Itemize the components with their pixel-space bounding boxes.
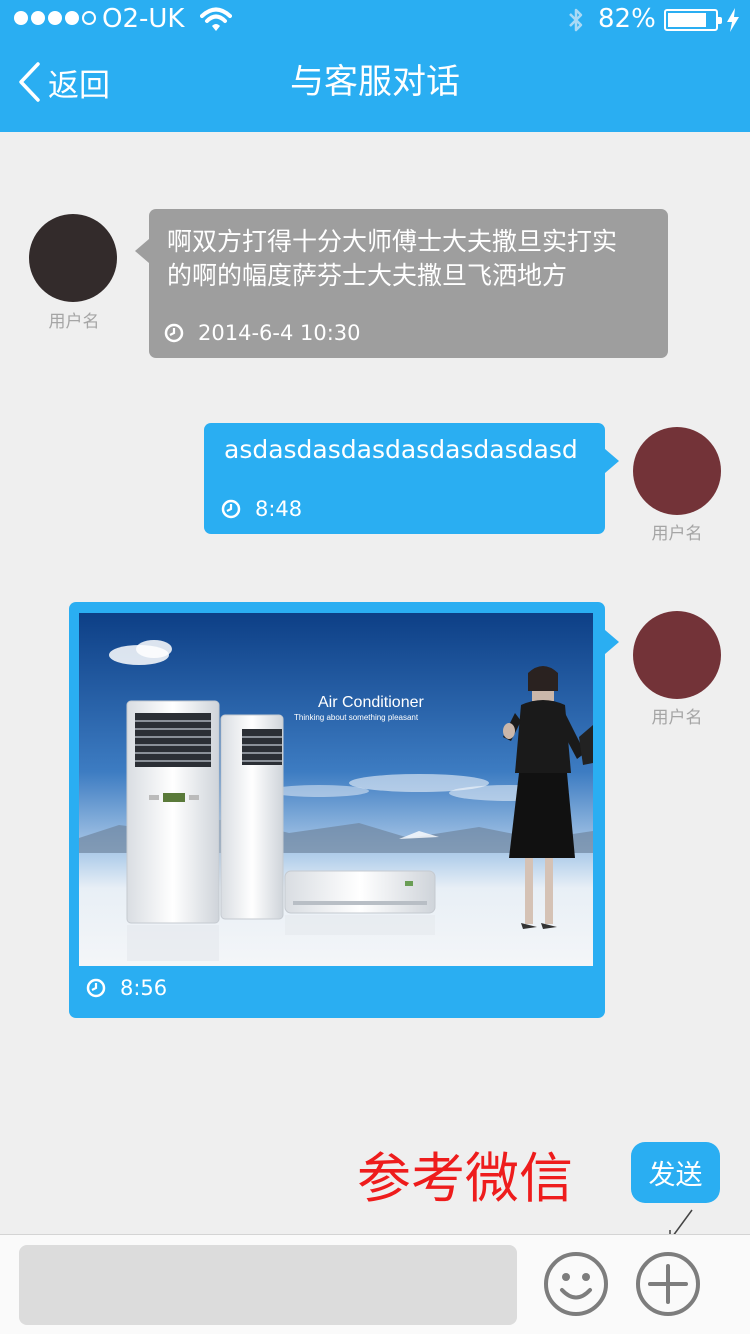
message-bubble-outgoing[interactable]: asdasdasdasdasdasdasdasd 8:48 <box>204 423 619 534</box>
avatar[interactable] <box>29 214 117 302</box>
send-button[interactable]: 发送 <box>631 1142 720 1203</box>
image-subtitle: Thinking about something pleasant <box>294 713 419 722</box>
avatar[interactable] <box>633 427 721 515</box>
clock-icon <box>164 323 184 343</box>
username-label: 用户名 <box>651 708 703 728</box>
battery-percent: 82% <box>598 4 656 34</box>
message-bubble-outgoing-image[interactable]: Air Conditioner Thinking about something… <box>69 602 619 1018</box>
avatar[interactable] <box>633 611 721 699</box>
timestamp-text: 8:56 <box>120 976 168 1000</box>
add-button[interactable] <box>635 1251 701 1317</box>
bubble-tail <box>605 630 619 654</box>
header: O2-UK 82% 返回 与客服对话 <box>0 0 750 132</box>
signal-strength-icon <box>14 11 96 25</box>
charging-icon <box>727 8 739 32</box>
wifi-icon <box>200 7 232 31</box>
message-bubble-incoming[interactable]: 啊双方打得十分大师傅士大夫撒旦实打实的啊的幅度萨芬士大夫撒旦飞洒地方 2014-… <box>135 209 668 358</box>
image-title: Air Conditioner <box>318 694 425 711</box>
timestamp-text: 8:48 <box>255 497 303 521</box>
message-timestamp: 8:48 <box>221 497 302 521</box>
message-text: asdasdasdasdasdasdasdasd <box>224 435 578 464</box>
bubble-tail <box>605 449 619 473</box>
message-timestamp: 8:56 <box>86 976 167 1000</box>
clock-icon <box>221 499 241 519</box>
status-bar: O2-UK 82% <box>0 0 750 40</box>
message-image[interactable]: Air Conditioner Thinking about something… <box>79 613 593 966</box>
smiley-icon <box>544 1252 608 1316</box>
username-label: 用户名 <box>48 312 100 332</box>
plus-circle-icon <box>636 1252 700 1316</box>
annotation-text: 参考微信 <box>357 1147 573 1210</box>
page-title: 与客服对话 <box>290 62 460 102</box>
battery-fill <box>668 13 706 27</box>
message-input[interactable] <box>19 1245 517 1325</box>
username-label: 用户名 <box>651 524 703 544</box>
air-conditioner-photo: Air Conditioner Thinking about something… <box>79 613 593 966</box>
composer-bar <box>0 1234 750 1334</box>
clock-icon <box>86 978 106 998</box>
message-timestamp: 2014-6-4 10:30 <box>164 321 361 345</box>
battery-icon <box>664 9 722 31</box>
emoji-button[interactable] <box>543 1251 609 1317</box>
carrier-name: O2-UK <box>102 4 185 34</box>
timestamp-text: 2014-6-4 10:30 <box>198 321 361 345</box>
message-text: 啊双方打得十分大师傅士大夫撒旦实打实的啊的幅度萨芬士大夫撒旦飞洒地方 <box>167 227 618 290</box>
bluetooth-icon <box>569 8 583 32</box>
bubble-tail <box>135 239 149 263</box>
